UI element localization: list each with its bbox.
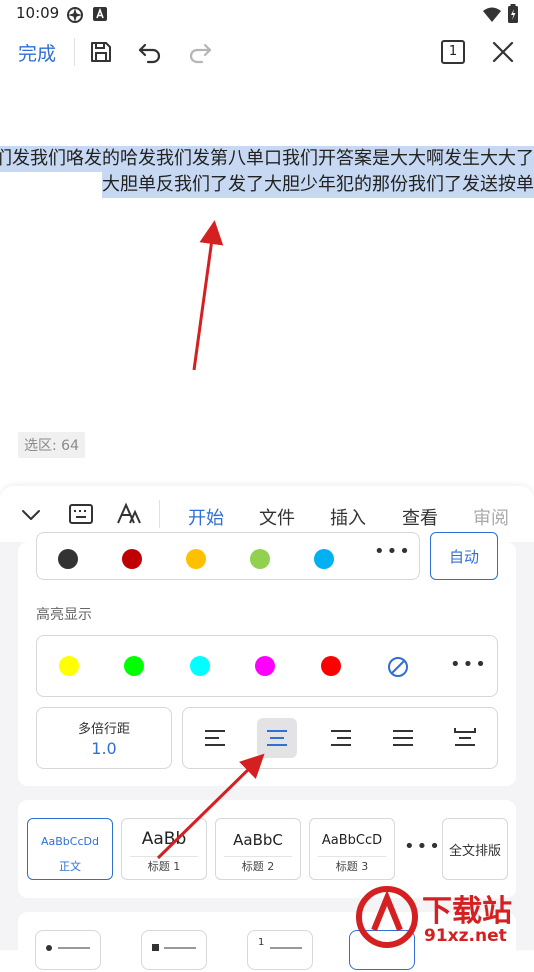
site-watermark: 下载站 91xz.net	[354, 884, 534, 950]
highlight-swatches: •••	[36, 635, 498, 697]
no-highlight-icon[interactable]	[387, 656, 409, 678]
selection-count-badge: 选区: 64	[18, 432, 85, 458]
align-justify-button[interactable]	[383, 718, 423, 758]
bullet-icon	[46, 945, 52, 951]
tab-file[interactable]: 文件	[259, 504, 295, 530]
align-justify-icon	[383, 718, 423, 758]
highlight-dot-2[interactable]	[124, 656, 144, 676]
tab-insert[interactable]: 插入	[330, 504, 366, 530]
align-right-icon	[321, 718, 361, 758]
style-heading-3-name: 标题 3	[310, 858, 394, 874]
style-body-sample: AaBbCcDd	[28, 835, 112, 848]
status-bar: 10:09	[0, 0, 534, 28]
line-spacing-label: 多倍行距	[37, 718, 171, 737]
a-status-icon	[92, 6, 108, 22]
align-right-button[interactable]	[321, 718, 361, 758]
more-font-colors-button[interactable]: •••	[374, 541, 412, 562]
watermark-text: 下载站	[422, 886, 512, 930]
font-style-icon[interactable]	[116, 502, 142, 526]
page-count-value: 1	[449, 44, 457, 59]
align-center-button[interactable]	[257, 718, 297, 758]
more-styles-button[interactable]: •••	[404, 836, 442, 857]
align-left-icon	[195, 718, 235, 758]
page-count-icon[interactable]: 1	[441, 40, 465, 64]
more-highlight-button[interactable]: •••	[450, 654, 488, 675]
collapse-chevron-icon[interactable]	[20, 504, 42, 526]
style-body[interactable]: AaBbCcDd 正文	[27, 818, 113, 880]
wifi-icon	[482, 6, 502, 24]
full-text-layout-label: 全文排版	[443, 840, 507, 859]
font-color-dot-2[interactable]	[122, 549, 142, 569]
font-color-dot-5[interactable]	[314, 549, 334, 569]
highlight-dot-5[interactable]	[321, 656, 341, 676]
highlight-dot-1[interactable]	[59, 656, 79, 676]
align-distributed-icon	[445, 718, 485, 758]
style-heading-3[interactable]: AaBbCcD 标题 3	[309, 818, 395, 880]
line-spacing-button[interactable]: 多倍行距 1.0	[36, 707, 172, 769]
highlight-dot-3[interactable]	[190, 656, 210, 676]
status-time: 10:09	[16, 4, 59, 22]
style-heading-1-name: 标题 1	[122, 858, 206, 874]
style-separator	[318, 856, 386, 857]
tab-divider	[159, 500, 160, 528]
watermark-url: 91xz.net	[424, 926, 507, 946]
watermark-logo-icon	[354, 884, 420, 950]
style-heading-1-sample: AaBb	[122, 829, 206, 849]
highlight-label: 高亮显示	[36, 604, 92, 624]
document-canvas[interactable]: 们发我们咯发的哈发我们发第八单口我们开答案是大大啊发生大大了 大胆单反我们了发了…	[0, 76, 534, 486]
tab-start[interactable]: 开始	[188, 504, 224, 530]
bullet-list-button[interactable]	[35, 930, 101, 970]
undo-icon[interactable]	[136, 38, 164, 66]
number-icon: 1	[258, 937, 264, 948]
selected-text-line-1[interactable]: 们发我们咯发的哈发我们发第八单口我们开答案是大大啊发生大大了	[0, 146, 534, 172]
style-heading-3-sample: AaBbCcD	[310, 833, 394, 848]
selected-text-line-2[interactable]: 大胆单反我们了发了大胆少年犯的那份我们了发送按单	[102, 172, 534, 198]
bullet-line	[58, 947, 90, 949]
toolbar-divider	[74, 38, 75, 66]
full-text-layout-button[interactable]: 全文排版	[442, 818, 508, 880]
font-color-dot-1[interactable]	[58, 549, 78, 569]
tab-review[interactable]: 审阅	[473, 504, 509, 530]
font-color-dot-4[interactable]	[250, 549, 270, 569]
format-panel: 开始 文件 插入 查看 审阅 ••• 自动 高亮显示 •••	[0, 486, 534, 950]
square-bullet-list-button[interactable]	[141, 930, 207, 970]
style-body-name: 正文	[28, 858, 112, 874]
keyboard-icon[interactable]	[68, 502, 94, 526]
tab-view[interactable]: 查看	[402, 504, 438, 530]
font-color-swatches: •••	[36, 532, 420, 580]
highlight-dot-4[interactable]	[255, 656, 275, 676]
style-heading-2-sample: AaBbC	[216, 831, 300, 849]
style-heading-1[interactable]: AaBb 标题 1	[121, 818, 207, 880]
close-icon[interactable]	[489, 38, 517, 66]
align-center-icon	[257, 718, 297, 758]
battery-icon	[507, 4, 519, 24]
bullet-line	[270, 947, 302, 949]
style-separator	[130, 856, 198, 857]
line-spacing-value: 1.0	[37, 739, 171, 758]
style-heading-2-name: 标题 2	[216, 858, 300, 874]
style-separator	[224, 856, 292, 857]
numbered-list-button[interactable]: 1	[247, 930, 313, 970]
done-button[interactable]: 完成	[18, 39, 56, 66]
font-color-dot-3[interactable]	[186, 549, 206, 569]
auto-color-button[interactable]: 自动	[430, 532, 498, 580]
redo-icon[interactable]	[186, 38, 214, 66]
align-left-button[interactable]	[195, 718, 235, 758]
editor-toolbar: 完成 1	[0, 28, 534, 76]
alignment-group	[182, 707, 498, 769]
bullet-line	[164, 947, 196, 949]
style-heading-2[interactable]: AaBbC 标题 2	[215, 818, 301, 880]
font-color-card: ••• 自动 高亮显示 ••• 多倍行距 1.0	[18, 542, 516, 786]
align-distributed-button[interactable]	[445, 718, 485, 758]
gear-status-icon	[66, 6, 84, 24]
save-icon[interactable]	[87, 38, 115, 66]
